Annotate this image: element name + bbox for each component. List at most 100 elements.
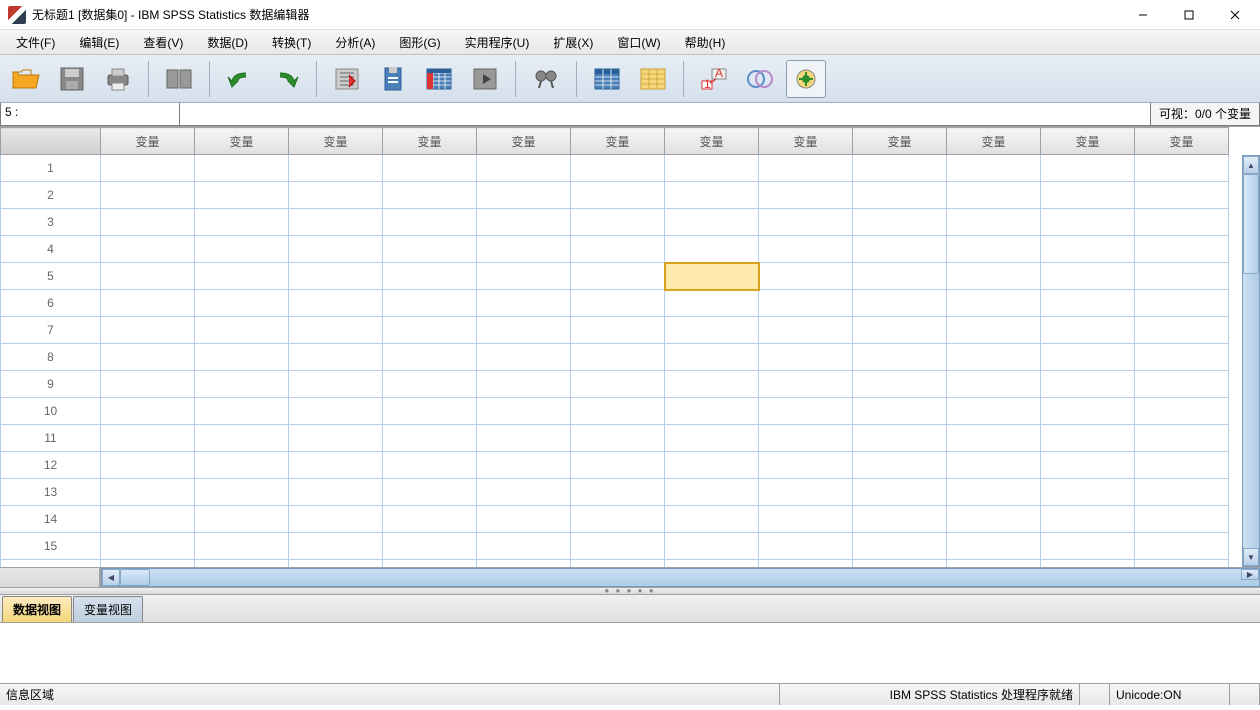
row-header[interactable]: 12 [1, 452, 101, 479]
data-cell[interactable] [1135, 182, 1229, 209]
data-cell[interactable] [571, 317, 665, 344]
variables-button[interactable] [419, 60, 459, 98]
data-cell[interactable] [665, 155, 759, 182]
tab-data-view[interactable]: 数据视图 [2, 596, 72, 622]
data-cell[interactable] [853, 236, 947, 263]
data-cell[interactable] [195, 344, 289, 371]
data-cell[interactable] [947, 560, 1041, 568]
data-cell[interactable] [289, 398, 383, 425]
data-cell[interactable] [571, 236, 665, 263]
data-cell[interactable] [195, 209, 289, 236]
data-cell[interactable] [571, 533, 665, 560]
data-cell[interactable] [665, 425, 759, 452]
data-cell[interactable] [383, 479, 477, 506]
data-cell[interactable] [759, 263, 853, 290]
data-cell[interactable] [853, 263, 947, 290]
select-cases-button[interactable] [740, 60, 780, 98]
minimize-button[interactable] [1120, 0, 1166, 30]
data-cell[interactable] [947, 425, 1041, 452]
data-cell[interactable] [571, 344, 665, 371]
data-cell[interactable] [383, 263, 477, 290]
splitter-handle[interactable]: ● ● ● ● ● [0, 587, 1260, 595]
data-cell[interactable] [195, 371, 289, 398]
goto-variable-button[interactable] [373, 60, 413, 98]
row-header[interactable]: 11 [1, 425, 101, 452]
data-cell[interactable] [571, 398, 665, 425]
column-header[interactable]: 变量 [195, 128, 289, 155]
data-cell[interactable] [1135, 533, 1229, 560]
data-cell[interactable] [383, 155, 477, 182]
data-cell[interactable] [289, 533, 383, 560]
data-cell[interactable] [759, 533, 853, 560]
data-cell[interactable] [477, 155, 571, 182]
row-header[interactable]: 2 [1, 182, 101, 209]
data-cell[interactable] [1041, 371, 1135, 398]
data-cell[interactable] [759, 182, 853, 209]
data-cell[interactable] [477, 452, 571, 479]
data-cell[interactable] [101, 479, 195, 506]
weight-cases-button[interactable] [633, 60, 673, 98]
data-cell[interactable] [101, 236, 195, 263]
data-cell[interactable] [665, 452, 759, 479]
data-cell[interactable] [1041, 344, 1135, 371]
data-cell[interactable] [383, 533, 477, 560]
data-cell[interactable] [101, 155, 195, 182]
data-cell[interactable] [1135, 452, 1229, 479]
data-cell[interactable] [195, 263, 289, 290]
data-cell[interactable] [1041, 479, 1135, 506]
use-sets-button[interactable] [786, 60, 826, 98]
data-cell[interactable] [759, 371, 853, 398]
menu-utility[interactable]: 实用程序(U) [453, 31, 542, 54]
data-cell[interactable] [383, 209, 477, 236]
column-header[interactable]: 变量 [947, 128, 1041, 155]
data-cell[interactable] [853, 425, 947, 452]
data-cell[interactable] [665, 398, 759, 425]
data-cell[interactable] [947, 290, 1041, 317]
data-cell[interactable] [759, 290, 853, 317]
data-cell[interactable] [947, 263, 1041, 290]
data-cell[interactable] [289, 506, 383, 533]
data-cell[interactable] [477, 263, 571, 290]
data-cell[interactable] [477, 344, 571, 371]
data-cell[interactable] [289, 425, 383, 452]
data-cell[interactable] [383, 560, 477, 568]
data-cell[interactable] [101, 290, 195, 317]
data-cell[interactable] [1135, 398, 1229, 425]
row-header[interactable]: 3 [1, 209, 101, 236]
column-header[interactable]: 变量 [289, 128, 383, 155]
data-cell[interactable] [853, 317, 947, 344]
row-header[interactable]: 1 [1, 155, 101, 182]
data-cell[interactable] [477, 533, 571, 560]
data-cell[interactable] [1135, 209, 1229, 236]
data-cell[interactable] [1135, 290, 1229, 317]
data-cell[interactable] [289, 290, 383, 317]
data-cell[interactable] [947, 506, 1041, 533]
data-cell[interactable] [289, 155, 383, 182]
data-cell[interactable] [195, 155, 289, 182]
data-cell[interactable] [289, 182, 383, 209]
data-cell[interactable] [289, 236, 383, 263]
goto-case-button[interactable] [327, 60, 367, 98]
menu-view[interactable]: 查看(V) [131, 31, 195, 54]
split-file-button[interactable] [587, 60, 627, 98]
data-cell[interactable] [665, 182, 759, 209]
menu-graph[interactable]: 图形(G) [387, 31, 452, 54]
data-cell[interactable] [947, 398, 1041, 425]
data-cell[interactable] [477, 371, 571, 398]
data-cell[interactable] [759, 506, 853, 533]
menu-analyze[interactable]: 分析(A) [323, 31, 387, 54]
column-header[interactable]: 变量 [853, 128, 947, 155]
scroll-up-button[interactable]: ▲ [1243, 156, 1259, 174]
data-cell[interactable] [101, 317, 195, 344]
column-header[interactable]: 变量 [665, 128, 759, 155]
data-cell[interactable] [759, 155, 853, 182]
row-header[interactable]: 13 [1, 479, 101, 506]
data-cell[interactable] [665, 560, 759, 568]
data-cell[interactable] [665, 506, 759, 533]
data-cell[interactable] [1135, 155, 1229, 182]
data-cell[interactable] [947, 155, 1041, 182]
data-cell[interactable] [571, 452, 665, 479]
row-header[interactable]: 7 [1, 317, 101, 344]
data-cell[interactable] [853, 479, 947, 506]
data-cell[interactable] [195, 452, 289, 479]
